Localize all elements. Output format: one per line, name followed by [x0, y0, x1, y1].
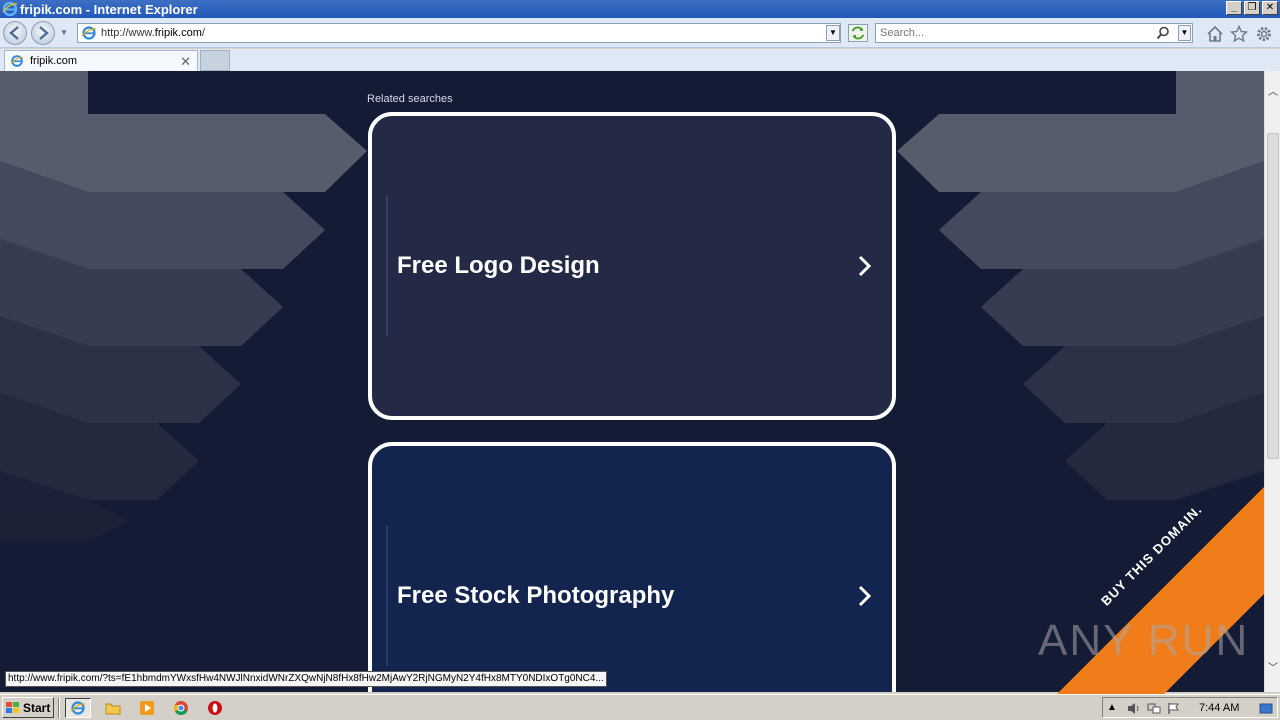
- refresh-button[interactable]: [848, 24, 868, 42]
- window-title: fripik.com - Internet Explorer: [20, 1, 198, 17]
- address-dropdown-button[interactable]: ▼: [826, 25, 840, 41]
- forward-button[interactable]: [31, 21, 55, 45]
- vertical-scrollbar[interactable]: ︿ ﹀: [1264, 71, 1280, 692]
- ie-icon: [70, 701, 86, 715]
- status-link-url: http://www.fripik.com/?ts=fE1hbmdmYWxsfH…: [5, 671, 607, 687]
- taskbar-separator: [58, 698, 60, 718]
- clock[interactable]: 7:44 AM: [1199, 702, 1239, 714]
- ie-page-icon: [10, 55, 24, 67]
- action-center-flag-icon[interactable]: [1167, 702, 1181, 715]
- back-arrow-icon: [9, 26, 19, 40]
- new-tab-button[interactable]: [200, 50, 230, 71]
- show-hidden-icons-icon[interactable]: ▲: [1107, 702, 1121, 715]
- taskbar-media-player-button[interactable]: [134, 698, 160, 718]
- related-searches-heading: Related searches: [367, 93, 453, 105]
- address-bar[interactable]: http://www.fripik.com/: [77, 23, 841, 43]
- minimize-button[interactable]: _: [1226, 1, 1242, 15]
- show-desktop-icon[interactable]: [1259, 702, 1273, 715]
- back-button[interactable]: [3, 21, 27, 45]
- forward-arrow-icon: [39, 26, 49, 40]
- refresh-icon: [851, 26, 865, 40]
- address-url[interactable]: http://www.fripik.com/: [101, 27, 205, 39]
- chrome-icon: [173, 701, 188, 715]
- opera-icon: [208, 701, 222, 715]
- tab-fripik[interactable]: fripik.com ✕: [4, 50, 198, 71]
- scroll-up-icon[interactable]: ︿: [1265, 85, 1280, 101]
- home-icon[interactable]: [1206, 25, 1224, 43]
- network-icon[interactable]: [1147, 702, 1161, 715]
- taskbar-chrome-button[interactable]: [168, 698, 194, 718]
- related-link-card-logo-design[interactable]: Free Logo Design: [368, 112, 896, 420]
- tab-bar: fripik.com ✕: [0, 49, 1280, 71]
- search-box[interactable]: ▼: [875, 23, 1193, 43]
- folder-icon: [105, 703, 121, 715]
- windows-flag-icon: [6, 701, 19, 713]
- start-button[interactable]: Start: [2, 697, 54, 718]
- volume-icon[interactable]: [1127, 702, 1141, 715]
- restore-button[interactable]: ❐: [1244, 1, 1260, 15]
- page-viewport: Related searches Free Logo Design Free S…: [0, 71, 1264, 692]
- anyrun-watermark: ANY RUN: [1038, 616, 1250, 665]
- close-tab-icon[interactable]: ✕: [180, 54, 191, 70]
- card-accent-line: [386, 526, 388, 666]
- start-label: Start: [23, 700, 51, 715]
- search-dropdown-button[interactable]: ▼: [1178, 25, 1191, 41]
- settings-gear-icon[interactable]: [1255, 25, 1273, 43]
- card-label: Free Logo Design: [397, 252, 600, 279]
- taskbar: Start ▲ 7:44 AM: [0, 694, 1280, 720]
- history-dropdown-icon[interactable]: ▼: [60, 28, 68, 37]
- related-link-card-stock-photography[interactable]: Free Stock Photography: [368, 442, 896, 692]
- scroll-down-icon[interactable]: ﹀: [1265, 661, 1280, 677]
- media-player-icon: [140, 701, 154, 715]
- card-label: Free Stock Photography: [397, 582, 675, 609]
- favorites-star-icon[interactable]: [1230, 25, 1248, 43]
- chevron-right-icon: [858, 585, 872, 607]
- chevron-right-icon: [858, 255, 872, 277]
- title-bar: fripik.com - Internet Explorer _ ❐ ✕: [0, 0, 1280, 18]
- search-input[interactable]: [876, 24, 1146, 42]
- scroll-thumb[interactable]: [1267, 133, 1279, 459]
- ie-page-icon: [81, 26, 97, 40]
- close-window-button[interactable]: ✕: [1262, 1, 1278, 15]
- tab-label: fripik.com: [30, 55, 78, 67]
- system-tray: ▲ 7:44 AM: [1102, 697, 1278, 718]
- taskbar-explorer-button[interactable]: [100, 698, 126, 718]
- taskbar-opera-button[interactable]: [202, 698, 228, 718]
- card-accent-line: [386, 196, 388, 336]
- taskbar-ie-button[interactable]: [65, 698, 91, 718]
- ie-logo-icon: [2, 1, 18, 17]
- search-icon[interactable]: [1156, 26, 1170, 40]
- navigation-bar: ▼ http://www.fripik.com/ ▼ ▼: [0, 18, 1280, 48]
